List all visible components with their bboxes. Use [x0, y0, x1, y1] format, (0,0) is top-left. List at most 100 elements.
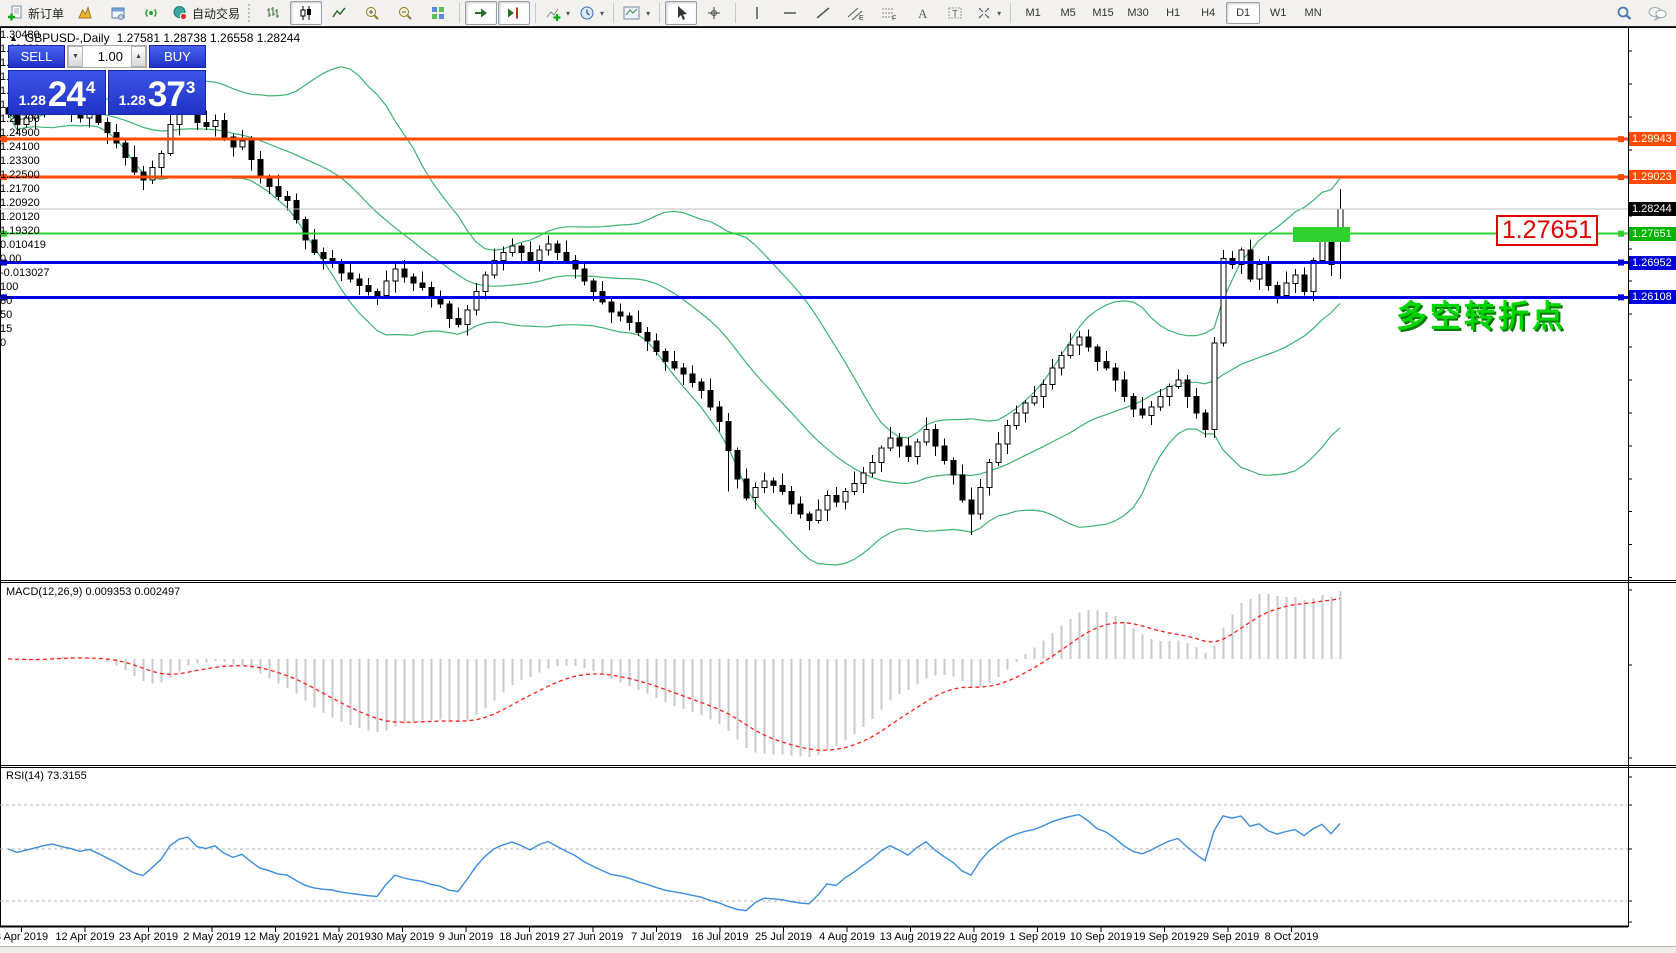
bar-chart-type-button[interactable]	[257, 1, 289, 25]
candle-body	[833, 495, 840, 503]
candle-body	[959, 474, 966, 501]
candle-body	[869, 462, 876, 474]
periods-clock-button[interactable]: ▾	[575, 1, 608, 25]
chat-icon	[1648, 7, 1667, 21]
indicators-button[interactable]: ▾	[541, 1, 574, 25]
market-profile-button[interactable]	[69, 1, 101, 25]
search-button[interactable]	[1608, 1, 1640, 25]
toolbar-separator	[535, 3, 537, 23]
macd-axis-label: 0.010419	[0, 239, 46, 251]
signals-button[interactable]	[135, 1, 167, 25]
horizontal-line-tool-button[interactable]	[774, 1, 806, 25]
date-axis-label: 16 Jul 2019	[691, 931, 749, 943]
candle-body	[824, 495, 831, 511]
new-order-button[interactable]: 新订单	[3, 1, 68, 25]
date-axis-label: 7 Jul 2019	[631, 931, 682, 943]
svg-text:F: F	[892, 16, 896, 22]
candlestick-chart-type-button[interactable]	[290, 1, 323, 25]
volume-decrease-button[interactable]: ▼	[68, 46, 83, 67]
current-price-tag: 1.28244	[1629, 202, 1676, 216]
vertical-line-tool-button[interactable]	[741, 1, 773, 25]
timeframe-m1-button[interactable]: M1	[1016, 2, 1050, 24]
date-axis-label: 22 Aug 2019	[943, 931, 1005, 943]
timeframe-h4-button[interactable]: H4	[1191, 2, 1225, 24]
sell-price-display[interactable]: 1.28 24 4	[8, 70, 106, 115]
buy-price-big: 37	[147, 75, 186, 114]
svg-text:T: T	[952, 9, 958, 20]
candle-body	[1004, 425, 1011, 445]
price-tick-label: 1.28880	[0, 56, 1676, 70]
chart-template-button[interactable]: ▾	[619, 1, 654, 25]
toolbar-drag-handle[interactable]	[248, 4, 253, 22]
fibonacci-tool-button[interactable]: F	[873, 1, 905, 25]
rsi-indicator-label: RSI(14) 73.3155	[6, 770, 87, 782]
date-axis-label: 30 May 2019	[370, 931, 435, 943]
candle-body	[887, 437, 894, 449]
svg-text:A: A	[918, 6, 928, 21]
candle-body	[878, 447, 885, 464]
crosshair-tool-button[interactable]	[698, 1, 730, 25]
candle-body	[914, 441, 921, 457]
timeframe-m5-button[interactable]: M5	[1051, 2, 1085, 24]
text-label-tool-button[interactable]: T	[939, 1, 971, 25]
price-tick-label: 1.23300	[0, 155, 40, 167]
candle-body	[725, 420, 732, 451]
candle-body	[1139, 408, 1146, 416]
candle-body	[680, 367, 687, 375]
cursor-tool-button[interactable]	[665, 1, 698, 25]
timeframe-mn-button[interactable]: MN	[1296, 2, 1330, 24]
price-line-tag: 1.26108	[1629, 290, 1676, 304]
arrows-tool-button[interactable]: ▾	[972, 1, 1005, 25]
chat-button[interactable]	[1641, 1, 1673, 25]
candle-body	[1130, 396, 1137, 410]
auto-trading-button[interactable]: 自动交易	[168, 1, 244, 25]
candle-body	[950, 460, 957, 476]
text-tool-button[interactable]: A	[906, 1, 938, 25]
candle-body	[968, 499, 975, 515]
zoom-out-icon	[399, 7, 412, 20]
horizontal-line-icon	[784, 12, 797, 14]
candle-body	[1184, 379, 1191, 398]
rsi-line	[7, 813, 1341, 912]
price-tick-label: 1.24900	[0, 127, 40, 139]
tile-windows-button[interactable]	[422, 1, 454, 25]
candle-body	[752, 486, 759, 499]
timeframe-w1-button[interactable]: W1	[1261, 2, 1295, 24]
timeframe-d1-button[interactable]: D1	[1226, 2, 1261, 24]
arrows-icon	[978, 7, 990, 19]
auto-scroll-button[interactable]	[465, 1, 498, 25]
chart-shift-button[interactable]	[498, 1, 531, 25]
timeframe-m15-button[interactable]: M15	[1086, 2, 1120, 24]
channel-tool-button[interactable]: E	[840, 1, 872, 25]
macd-axis-label: 0.00	[0, 253, 22, 265]
price-line-tag: 1.26952	[1629, 256, 1676, 270]
buy-price-small: 1.28	[118, 92, 146, 108]
text-label-icon: T	[948, 7, 962, 20]
text-a-icon: A	[918, 6, 928, 21]
line-chart-type-button[interactable]	[323, 1, 355, 25]
turning-point-annotation[interactable]: 多空转折点	[1396, 291, 1566, 336]
zoom-out-button[interactable]	[389, 1, 421, 25]
sell-button[interactable]: SELL	[8, 45, 65, 68]
vertical-line-icon	[756, 7, 758, 19]
candle-body	[1103, 361, 1110, 369]
candle-body	[842, 491, 849, 503]
buy-price-display[interactable]: 1.28 37 3	[108, 70, 206, 115]
buy-button[interactable]: BUY	[149, 45, 206, 68]
candle-body	[671, 361, 678, 369]
price-callout-label[interactable]: 1.27651	[1496, 215, 1598, 246]
zoom-in-button[interactable]	[356, 1, 388, 25]
zoom-in-icon	[366, 7, 379, 20]
timeframe-h1-button[interactable]: H1	[1156, 2, 1190, 24]
date-axis-label: 27 Jun 2019	[562, 931, 624, 943]
volume-input[interactable]: 1.00	[83, 46, 131, 67]
volume-increase-button[interactable]: ▲	[131, 46, 146, 67]
price-tick-label: 1.28080	[0, 70, 1676, 84]
timeframe-m30-button[interactable]: M30	[1121, 2, 1155, 24]
terminal-button[interactable]	[102, 1, 134, 25]
date-axis-label: 23 Apr 2019	[118, 931, 179, 943]
candle-body	[788, 491, 795, 505]
collapse-panel-icon[interactable]: ▲	[9, 33, 18, 43]
date-axis-label: 4 Aug 2019	[819, 931, 875, 943]
trendline-tool-button[interactable]	[807, 1, 839, 25]
